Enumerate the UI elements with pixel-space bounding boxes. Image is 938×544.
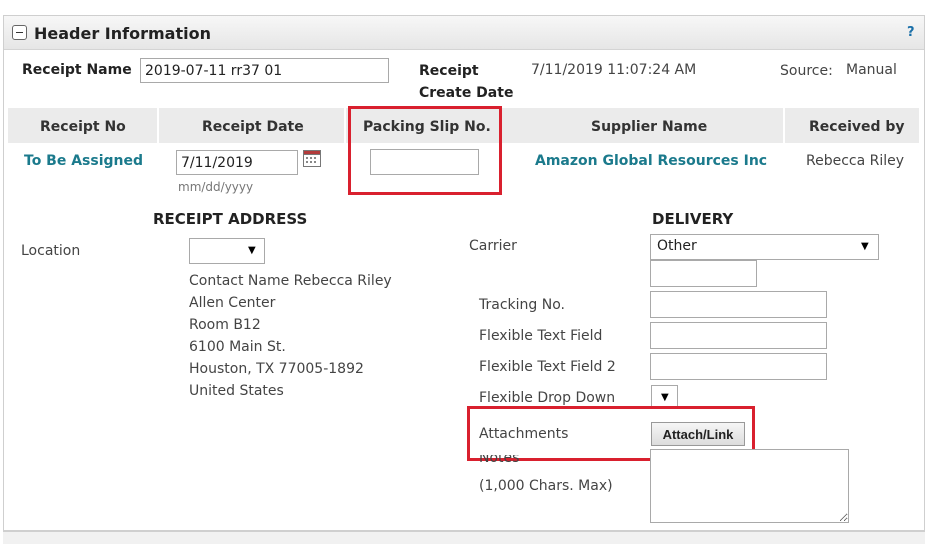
receipt-name-label: Receipt Name (22, 62, 132, 78)
receipt-name-input[interactable] (140, 58, 389, 83)
col-receipt-date: Receipt Date (202, 119, 304, 135)
notes-hint: (1,000 Chars. Max) (479, 478, 613, 494)
flexible-text-field-2-label: Flexible Text Field 2 (479, 359, 616, 375)
address-line: United States (189, 383, 284, 399)
received-by-value: Rebecca Riley (806, 153, 905, 169)
address-line: Allen Center (189, 295, 276, 311)
address-line: Houston, TX 77005-1892 (189, 361, 364, 377)
tracking-no-input[interactable] (650, 291, 827, 318)
help-link[interactable]: ? (907, 25, 915, 40)
receipt-create-date-value: 7/11/2019 11:07:24 AM (531, 62, 697, 78)
address-line: Contact Name Rebecca Riley (189, 273, 392, 289)
source-label: Source: (780, 63, 833, 79)
delivery-heading: DELIVERY (652, 210, 734, 228)
flexible-drop-down-label: Flexible Drop Down (479, 390, 616, 406)
chevron-down-icon: ▼ (248, 245, 256, 256)
next-section-header (3, 531, 925, 544)
address-line: Room B12 (189, 317, 261, 333)
panel-title: Header Information (34, 24, 211, 43)
receipt-create-date-label-line2: Create Date (419, 85, 514, 101)
location-select[interactable]: ▼ (189, 238, 265, 264)
tracking-no-label: Tracking No. (479, 297, 565, 313)
carrier-value: Other (657, 238, 697, 254)
chevron-down-icon: ▼ (861, 241, 869, 252)
collapse-icon[interactable] (12, 25, 27, 40)
flexible-text-field-2-input[interactable] (650, 353, 827, 380)
col-received-by: Received by (809, 119, 905, 135)
carrier-label: Carrier (469, 238, 517, 254)
receipt-address-heading: RECEIPT ADDRESS (153, 210, 308, 228)
packing-slip-highlight (348, 106, 502, 195)
chevron-down-icon: ▼ (661, 392, 669, 403)
notes-label: Notes (479, 455, 520, 465)
receipt-no-link[interactable]: To Be Assigned (24, 153, 143, 169)
receipt-date-input[interactable] (176, 150, 298, 175)
flexible-text-field-input[interactable] (650, 322, 827, 349)
col-receipt-no: Receipt No (40, 119, 126, 135)
location-label: Location (21, 243, 81, 259)
calendar-icon[interactable] (303, 150, 321, 167)
notes-textarea[interactable] (650, 449, 849, 523)
source-value: Manual (846, 62, 897, 78)
date-format-hint: mm/dd/yyyy (178, 180, 254, 194)
flexible-text-field-label: Flexible Text Field (479, 328, 603, 344)
address-line: 6100 Main St. (189, 339, 286, 355)
carrier-other-input[interactable] (650, 260, 757, 287)
supplier-name-link[interactable]: Amazon Global Resources Inc (535, 153, 767, 169)
receipt-create-date-label-line1: Receipt (419, 63, 479, 79)
col-supplier-name: Supplier Name (591, 119, 708, 135)
carrier-select[interactable]: Other ▼ (650, 234, 879, 260)
